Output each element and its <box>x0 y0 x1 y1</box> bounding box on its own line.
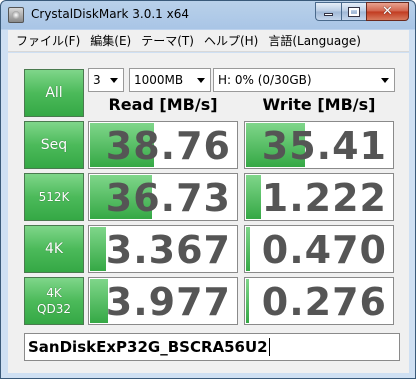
4k-qd32-write-result: 0.276 <box>244 277 394 325</box>
close-icon: ✕ <box>382 4 393 19</box>
caption-buttons: ✕ <box>315 2 409 21</box>
512k-write-bar <box>246 175 261 219</box>
seq-read-result: 38.76 <box>88 121 238 169</box>
maximize-icon <box>348 6 360 17</box>
maximize-button[interactable] <box>341 2 366 21</box>
title-bar: CrystalDiskMark 3.0.1 x64 ✕ <box>1 1 415 29</box>
4k-qd32-button[interactable]: 4K QD32 <box>24 277 84 325</box>
seq-write-result: 35.41 <box>244 121 394 169</box>
drive-select[interactable]: H: 0% (0/30GB) <box>213 68 395 92</box>
window-title: CrystalDiskMark 3.0.1 x64 <box>31 7 189 21</box>
row-label: Seq <box>40 137 68 153</box>
row-label: 4K <box>46 286 62 300</box>
512k-write-value: 1.222 <box>261 176 387 220</box>
runs-value: 3 <box>93 73 101 87</box>
seq-button[interactable]: Seq <box>24 121 84 169</box>
chevron-down-icon <box>197 78 205 83</box>
drive-value: H: 0% (0/30GB) <box>218 73 312 87</box>
write-column-header: Write [MB/s] <box>262 95 376 114</box>
comment-text: SanDiskExP32G_BSCRA56U2 <box>28 338 268 356</box>
4k-qd32-write-value: 0.276 <box>261 280 387 324</box>
text-caret <box>268 338 270 356</box>
menu-edit[interactable]: 編集(E) <box>85 32 136 49</box>
4k-write-bar <box>246 227 251 271</box>
512k-button[interactable]: 512K <box>24 173 84 221</box>
512k-read-result: 36.73 <box>88 173 238 221</box>
seq-read-value: 38.76 <box>105 124 231 168</box>
all-button-label: All <box>45 85 63 101</box>
close-button[interactable]: ✕ <box>366 2 409 21</box>
minimize-button[interactable] <box>315 2 341 21</box>
menu-theme[interactable]: テーマ(T) <box>136 32 199 49</box>
comment-input[interactable]: SanDiskExP32G_BSCRA56U2 <box>24 333 400 361</box>
4k-write-value: 0.470 <box>261 228 387 272</box>
menu-file[interactable]: ファイル(F) <box>11 32 85 49</box>
4k-qd32-write-bar <box>246 279 249 323</box>
row-label-secondary: QD32 <box>37 302 71 316</box>
chevron-down-icon <box>381 78 389 83</box>
read-column-header: Read [MB/s] <box>108 95 218 114</box>
size-select[interactable]: 1000MB <box>129 68 211 92</box>
size-value: 1000MB <box>134 73 184 87</box>
512k-write-result: 1.222 <box>244 173 394 221</box>
runs-select[interactable]: 3 <box>88 68 124 92</box>
client-area: All 3 1000MB H: 0% (0/30GB) Read [MB/s] … <box>8 53 409 373</box>
disk-app-icon[interactable] <box>8 7 24 23</box>
seq-write-value: 35.41 <box>261 124 387 168</box>
row-label: 512K <box>38 190 70 204</box>
4k-write-result: 0.470 <box>244 225 394 273</box>
4k-qd32-read-value: 3.977 <box>105 280 231 324</box>
4k-read-result: 3.367 <box>88 225 238 273</box>
menu-help[interactable]: ヘルプ(H) <box>199 32 263 49</box>
row-label: 4K <box>44 241 64 257</box>
4k-qd32-read-result: 3.977 <box>88 277 238 325</box>
menu-bar: ファイル(F) 編集(E) テーマ(T) ヘルプ(H) 言語(Language) <box>8 30 409 52</box>
app-window: CrystalDiskMark 3.0.1 x64 ✕ ファイル(F) 編集(E… <box>0 0 416 379</box>
4k-read-bar <box>90 227 107 271</box>
chevron-down-icon <box>110 78 118 83</box>
minimize-icon <box>324 13 333 16</box>
menu-language[interactable]: 言語(Language) <box>263 32 366 49</box>
4k-read-value: 3.367 <box>105 228 231 272</box>
4k-button[interactable]: 4K <box>24 225 84 273</box>
512k-read-value: 36.73 <box>105 176 231 220</box>
all-button[interactable]: All <box>24 69 84 117</box>
